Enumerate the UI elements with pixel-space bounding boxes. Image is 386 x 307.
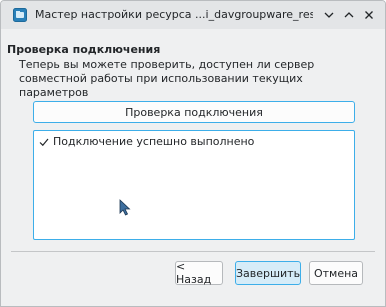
result-log[interactable]: Подключение успешно выполнено <box>33 130 355 240</box>
finish-button[interactable]: Завершить <box>235 261 301 285</box>
test-connection-button[interactable]: Проверка подключения <box>33 101 355 123</box>
page-title: Проверка подключения <box>7 43 161 56</box>
result-message: Подключение успешно выполнено <box>53 135 255 148</box>
mouse-pointer-icon <box>119 199 131 216</box>
app-icon <box>13 8 27 22</box>
collapse-button[interactable] <box>320 6 338 24</box>
footer-separator <box>11 251 375 252</box>
back-button[interactable]: < Назад <box>175 260 223 286</box>
cancel-button[interactable]: Отмена <box>309 261 363 285</box>
close-icon <box>365 11 373 19</box>
checkmark-icon <box>39 138 49 146</box>
window-title: Мастер настройки ресурса ...i_davgroupwa… <box>35 8 313 21</box>
wizard-window: Мастер настройки ресурса ...i_davgroupwa… <box>0 0 386 307</box>
chevron-down-icon <box>324 12 334 18</box>
result-entry: Подключение успешно выполнено <box>38 135 254 148</box>
chevron-up-icon <box>344 12 354 18</box>
close-button[interactable] <box>360 6 378 24</box>
wizard-page: Проверка подключения Теперь вы можете пр… <box>1 29 385 306</box>
page-description: Теперь вы можете проверить, доступен ли … <box>19 58 315 99</box>
title-bar[interactable]: Мастер настройки ресурса ...i_davgroupwa… <box>1 1 385 29</box>
maximize-button[interactable] <box>340 6 358 24</box>
